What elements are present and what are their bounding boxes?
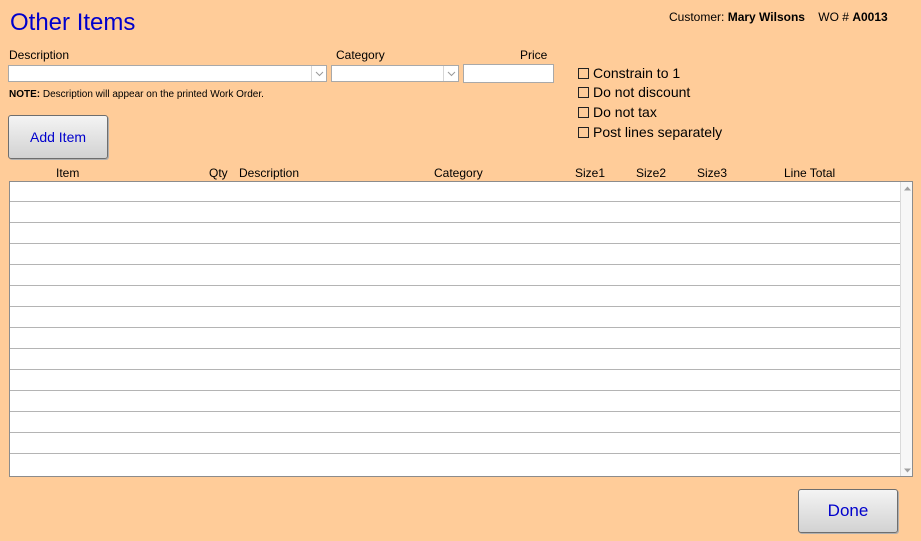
category-value — [332, 68, 335, 82]
note-text: Description will appear on the printed W… — [40, 89, 264, 100]
column-header-qty[interactable]: Qty — [209, 166, 228, 180]
table-row[interactable] — [10, 434, 901, 454]
column-header-size3[interactable]: Size3 — [697, 166, 727, 180]
category-combobox[interactable] — [331, 65, 459, 82]
work-order-label: WO # — [818, 10, 849, 24]
do-not-discount-checkbox[interactable]: Do not discount — [578, 84, 690, 100]
description-value — [9, 68, 12, 82]
checkbox-label: Post lines separately — [593, 124, 723, 140]
table-row[interactable] — [10, 266, 901, 286]
checkbox-box[interactable] — [578, 126, 589, 138]
do-not-tax-checkbox[interactable]: Do not tax — [578, 104, 657, 120]
work-order-number: A0013 — [852, 10, 888, 24]
description-label: Description — [9, 48, 70, 62]
page-title: Other Items — [10, 9, 136, 36]
chevron-down-icon — [315, 71, 323, 76]
table-row[interactable] — [10, 245, 901, 265]
column-header-item[interactable]: Item — [56, 166, 79, 180]
table-row[interactable] — [10, 413, 901, 433]
scroll-down-icon[interactable] — [902, 465, 912, 475]
checkbox-box[interactable] — [578, 86, 589, 98]
table-row[interactable] — [10, 203, 901, 223]
category-dropdown-button[interactable] — [443, 66, 458, 81]
constrain-to-1-checkbox[interactable]: Constrain to 1 — [578, 65, 680, 81]
table-row[interactable] — [10, 455, 901, 475]
column-header-line-total[interactable]: Line Total — [784, 166, 835, 180]
description-combobox[interactable] — [8, 65, 327, 82]
table-row[interactable] — [10, 224, 901, 244]
vertical-scrollbar[interactable] — [900, 182, 912, 476]
column-header-size2[interactable]: Size2 — [636, 166, 666, 180]
checkbox-label: Constrain to 1 — [593, 65, 681, 81]
table-row[interactable] — [10, 350, 901, 370]
add-item-button[interactable]: Add Item — [8, 115, 108, 159]
column-header-size1[interactable]: Size1 — [575, 166, 605, 180]
category-label: Category — [336, 48, 385, 62]
chevron-down-icon — [447, 71, 455, 76]
customer-info: Customer: Mary Wilsons WO # A0013 — [669, 10, 888, 24]
description-dropdown-button[interactable] — [311, 66, 326, 81]
checkbox-label: Do not tax — [593, 104, 657, 120]
price-input[interactable] — [463, 64, 554, 83]
customer-name: Mary Wilsons — [727, 10, 805, 24]
checkbox-box[interactable] — [578, 67, 589, 79]
items-table[interactable] — [9, 181, 913, 477]
table-row[interactable] — [10, 308, 901, 328]
note-bold-label: NOTE: — [9, 89, 41, 100]
table-row[interactable] — [10, 371, 901, 391]
customer-label: Customer: — [669, 10, 725, 24]
table-row[interactable] — [10, 287, 901, 307]
done-button[interactable]: Done — [798, 489, 898, 533]
table-row[interactable] — [10, 182, 901, 202]
price-label: Price — [520, 48, 548, 62]
checkbox-label: Do not discount — [593, 84, 691, 100]
column-header-description[interactable]: Description — [239, 166, 299, 180]
checkbox-box[interactable] — [578, 106, 589, 118]
table-row[interactable] — [10, 329, 901, 349]
scroll-up-icon[interactable] — [902, 183, 912, 193]
description-note: NOTE: Description will appear on the pri… — [9, 89, 264, 100]
post-lines-separately-checkbox[interactable]: Post lines separately — [578, 124, 722, 140]
column-header-category[interactable]: Category — [434, 166, 483, 180]
table-row[interactable] — [10, 392, 901, 412]
